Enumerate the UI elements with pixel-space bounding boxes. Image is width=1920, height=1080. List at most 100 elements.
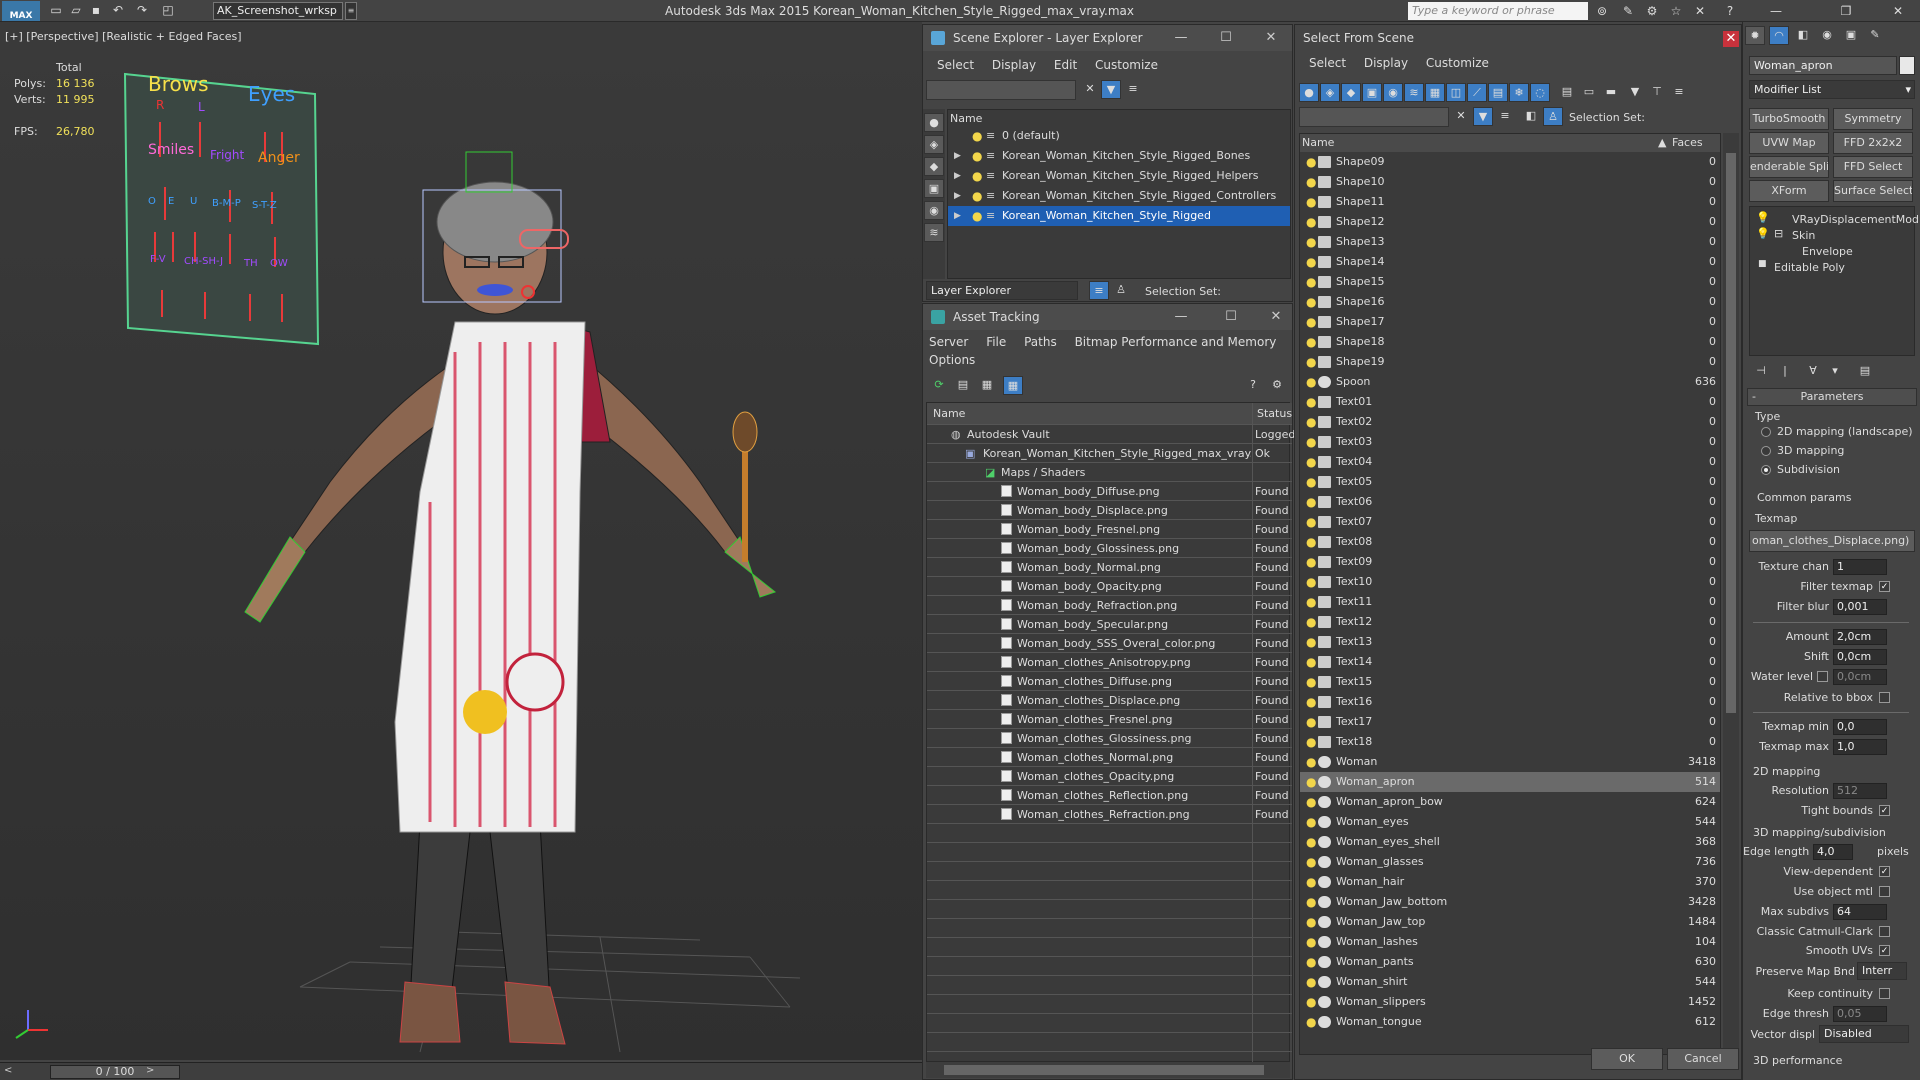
expand-icon[interactable]: ▶	[954, 186, 961, 206]
bulb-icon[interactable]: ●	[1306, 732, 1316, 752]
bulb-icon[interactable]: ●	[1306, 232, 1316, 252]
object-row[interactable]: ● Shape19 0	[1300, 352, 1720, 372]
bulb-icon[interactable]: ●	[1306, 912, 1316, 932]
filter-xrefs-icon[interactable]: ◫	[1446, 83, 1466, 102]
bulb-icon[interactable]: ●	[1306, 892, 1316, 912]
layer-row[interactable]: ▶ ● ≡ Korean_Woman_Kitchen_Style_Rigged_Hel…	[948, 166, 1290, 186]
restore-icon[interactable]: ❐	[1838, 3, 1854, 19]
vector-displ-select[interactable]: Disabled	[1819, 1025, 1909, 1043]
bulb-icon[interactable]: ●	[1306, 512, 1316, 532]
layers-mode-icon[interactable]: ◧	[1521, 107, 1541, 126]
exchange-icon[interactable]: ✕	[1692, 3, 1708, 19]
bulb-icon[interactable]: ●	[1306, 1012, 1316, 1032]
display-lights-icon[interactable]: ◆	[924, 157, 944, 176]
bulb-icon[interactable]: ●	[1306, 672, 1316, 692]
subscription-icon[interactable]: ✎	[1620, 3, 1636, 19]
refresh-icon[interactable]: ⟳	[929, 376, 949, 395]
object-row[interactable]: ● Woman_eyes_shell 368	[1300, 832, 1720, 852]
bulb-icon[interactable]: ●	[1306, 652, 1316, 672]
bulb-icon[interactable]: ●	[1306, 632, 1316, 652]
filter-spacewarps-icon[interactable]: ≋	[1404, 83, 1424, 102]
character-model[interactable]	[244, 151, 777, 1045]
settings-icon[interactable]: ⚙	[1267, 376, 1287, 395]
asset-row-map[interactable]: Woman_body_Glossiness.png Found	[927, 539, 1292, 558]
water-level-spinner[interactable]: 0,0cm	[1833, 669, 1887, 685]
layer-mode-icon[interactable]: ≡	[1089, 281, 1109, 300]
texmap-min-spinner[interactable]: 0,0	[1833, 719, 1887, 735]
filter-lights-icon[interactable]: ◆	[1341, 83, 1361, 102]
motion-tab-icon[interactable]: ◉	[1817, 26, 1837, 45]
menu-select[interactable]: Select	[1309, 53, 1346, 73]
type-2d-radio[interactable]	[1761, 427, 1771, 437]
select-all-icon[interactable]: ▤	[1557, 83, 1577, 102]
object-row[interactable]: ● Shape10 0	[1300, 172, 1720, 192]
bulb-icon[interactable]: ●	[1306, 352, 1316, 372]
collapse-icon[interactable]: ⊟	[1774, 227, 1783, 240]
object-name-field[interactable]: Woman_apron	[1749, 56, 1897, 75]
asset-row-map[interactable]: Woman_body_Displace.png Found	[927, 501, 1292, 520]
asset-row-map[interactable]: Woman_clothes_Reflection.png Found	[927, 786, 1292, 805]
bulb-icon[interactable]: ●	[1306, 292, 1316, 312]
object-row[interactable]: ● Woman_glasses 736	[1300, 852, 1720, 872]
menu-file[interactable]: File	[986, 332, 1006, 352]
menu-display[interactable]: Display	[1364, 53, 1408, 73]
bulb-icon[interactable]: ●	[1306, 712, 1316, 732]
hierarchy-filter-icon[interactable]: ⊤	[1647, 83, 1667, 102]
bulb-icon[interactable]: ●	[1306, 592, 1316, 612]
asset-row-map[interactable]: Woman_clothes_Refraction.png Found	[927, 805, 1292, 824]
bulb-icon[interactable]: ●	[1306, 932, 1316, 952]
bulb-icon[interactable]: ●	[1306, 492, 1316, 512]
keep-continuity-checkbox[interactable]	[1879, 988, 1890, 999]
object-row[interactable]: ● Text07 0	[1300, 512, 1720, 532]
object-row[interactable]: ● Woman_pants 630	[1300, 952, 1720, 972]
menu-server[interactable]: Server	[929, 332, 968, 352]
asset-row-map[interactable]: Woman_clothes_Normal.png Found	[927, 748, 1292, 767]
close-icon[interactable]: ✕	[1268, 309, 1284, 325]
bulb-icon[interactable]: ●	[1306, 312, 1316, 332]
object-row[interactable]: ● Woman 3418	[1300, 752, 1720, 772]
asset-row-map[interactable]: Woman_clothes_Displace.png Found	[927, 691, 1292, 710]
facial-controls-board[interactable]	[123, 72, 320, 346]
object-row[interactable]: ● Woman_Jaw_top 1484	[1300, 912, 1720, 932]
remove-modifier-icon[interactable]: ▾	[1825, 362, 1845, 381]
surface-select-button[interactable]: Surface Select	[1833, 180, 1913, 202]
next-frame-icon[interactable]: >	[146, 1065, 154, 1076]
view-dependent-checkbox[interactable]: ✓	[1879, 866, 1890, 877]
edge-thresh-spinner[interactable]: 0,05	[1833, 1006, 1887, 1022]
menu-paths[interactable]: Paths	[1024, 332, 1057, 352]
explorer-type-select[interactable]: Layer Explorer	[926, 281, 1078, 300]
bulb-icon[interactable]: ●	[1306, 832, 1316, 852]
display-helpers-icon[interactable]: ◉	[924, 201, 944, 220]
minimize-icon[interactable]: —	[1768, 3, 1784, 19]
filter-shapes-icon[interactable]: ◈	[1320, 83, 1340, 102]
object-row[interactable]: ● Woman_Jaw_bottom 3428	[1300, 892, 1720, 912]
display-all-icon[interactable]: ≋	[924, 223, 944, 242]
object-row[interactable]: ● Woman_apron 514	[1300, 772, 1720, 792]
object-row[interactable]: ● Woman_hair 370	[1300, 872, 1720, 892]
modify-tab-icon[interactable]: ◠	[1769, 26, 1789, 45]
filter-hidden-icon[interactable]: ◌	[1530, 83, 1550, 102]
time-slider[interactable]: 0 / 100	[50, 1065, 180, 1079]
layer-row[interactable]: ● ≡ 0 (default)	[948, 126, 1290, 146]
object-row[interactable]: ● Shape09 0	[1300, 152, 1720, 172]
bulb-icon[interactable]: ●	[1306, 432, 1316, 452]
asset-row-map[interactable]: Woman_body_Normal.png Found	[927, 558, 1292, 577]
display-shapes-icon[interactable]: ◈	[924, 135, 944, 154]
workspace-select[interactable]: AK_Screenshot_wrksp	[213, 2, 343, 20]
find-input[interactable]	[926, 80, 1076, 100]
save-icon[interactable]: ▪	[88, 3, 104, 18]
object-row[interactable]: ● Text03 0	[1300, 432, 1720, 452]
light-bulb-icon[interactable]: 💡	[1756, 211, 1770, 224]
menu-options[interactable]: Options	[929, 350, 975, 370]
bulb-icon[interactable]: ●	[1306, 332, 1316, 352]
edge-length-spinner[interactable]: 4,0	[1813, 844, 1853, 860]
select-from-scene-title[interactable]: Select From Scene	[1295, 25, 1741, 51]
filter-icon[interactable]: ▼	[1101, 80, 1121, 99]
open-file-icon[interactable]: ▱	[68, 3, 84, 18]
object-row[interactable]: ● Text02 0	[1300, 412, 1720, 432]
asset-row-map[interactable]: Woman_clothes_Fresnel.png Found	[927, 710, 1292, 729]
use-object-mtl-checkbox[interactable]	[1879, 886, 1890, 897]
show-end-result-icon[interactable]: |	[1775, 362, 1795, 381]
object-row[interactable]: ● Text15 0	[1300, 672, 1720, 692]
minimize-icon[interactable]: —	[1173, 309, 1189, 325]
